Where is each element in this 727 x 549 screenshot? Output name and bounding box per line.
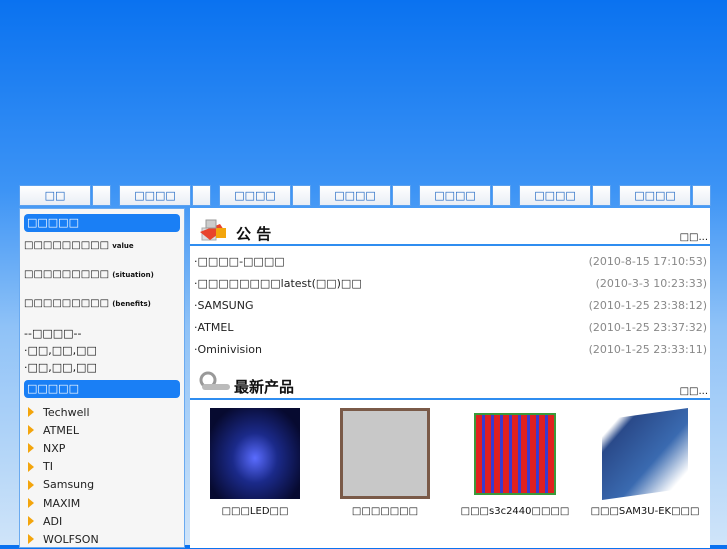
notice-header: 公 告 □□... xyxy=(190,208,710,246)
arrow-icon xyxy=(28,516,34,527)
notice-row[interactable]: ·SAMSUNG (2010-1-25 23:38:12) xyxy=(190,294,710,316)
text-cn: □□□□□□□□□ xyxy=(24,269,110,280)
products-header: 最新产品 □□... xyxy=(190,368,710,400)
notice-text[interactable]: ·SAMSUNG xyxy=(194,299,254,312)
nav-separator xyxy=(392,185,411,206)
brand-label: Samsung xyxy=(43,478,95,492)
main-content: 公 告 □□... ·□□□□-□□□□ (2010-8-15 17:10:53)… xyxy=(190,208,710,548)
product-item[interactable]: □□□s3c2440□□□□ xyxy=(450,408,580,517)
sidebar: □□□□□ □□□□□□□□□ value □□□□□□□□□ (situati… xyxy=(19,208,185,548)
brand-label: WOLFSON xyxy=(43,532,99,546)
product-caption[interactable]: □□□s3c2440□□□□ xyxy=(461,506,570,517)
sidebar-link[interactable]: ·□□,□□,□□ xyxy=(24,344,180,361)
nav-separator xyxy=(492,185,511,206)
sidebar-header: □□□□□ xyxy=(24,380,180,398)
product-item[interactable]: □□□SAM3U-EK□□□ xyxy=(580,407,710,517)
arrow-icon xyxy=(28,425,34,436)
arrow-icon xyxy=(28,407,34,418)
product-image[interactable] xyxy=(602,407,688,501)
brand-link[interactable]: ADI xyxy=(24,512,180,530)
brand-label: TI xyxy=(43,460,53,474)
notice-more-link[interactable]: □□... xyxy=(680,232,708,243)
text-en: (benefits) xyxy=(112,300,151,308)
brand-link[interactable]: Techwell xyxy=(24,403,180,421)
products-title: 最新产品 xyxy=(234,378,295,396)
brand-link[interactable]: NXP xyxy=(24,439,180,457)
text-cn: □□□□□□□□□ xyxy=(24,298,110,309)
sidebar-link[interactable]: ·□□,□□,□□ xyxy=(24,361,180,378)
nav-item[interactable]: □□□□ xyxy=(119,185,191,206)
product-item[interactable]: □□□□□□□ xyxy=(320,408,450,517)
sidebar-text[interactable]: □□□□□□□□□ (benefits) xyxy=(24,298,180,327)
arrow-icon xyxy=(28,534,34,545)
brand-link[interactable]: ATMEL xyxy=(24,421,180,439)
product-item[interactable]: □□□LED□□ xyxy=(190,408,320,517)
notice-text[interactable]: ·ATMEL xyxy=(194,321,233,334)
products-icon xyxy=(199,371,230,390)
product-image[interactable] xyxy=(340,408,430,499)
sidebar-header: □□□□□ xyxy=(24,214,180,232)
nav-item[interactable]: □□□□ xyxy=(519,185,591,206)
nav-separator xyxy=(592,185,611,206)
nav-item[interactable]: □□□□ xyxy=(319,185,391,206)
brand-label: ADI xyxy=(43,514,63,528)
notice-text[interactable]: ·□□□□□□□□latest(□□)□□ xyxy=(194,277,362,290)
notice-date: (2010-8-15 17:10:53) xyxy=(588,254,707,268)
brand-label: ATMEL xyxy=(43,423,79,437)
notice-date: (2010-1-25 23:37:32) xyxy=(588,320,707,334)
products-more-link[interactable]: □□... xyxy=(680,386,708,397)
notice-icon xyxy=(200,219,226,241)
brand-label: Techwell xyxy=(43,405,90,419)
product-image[interactable] xyxy=(210,408,300,499)
notice-list: ·□□□□-□□□□ (2010-8-15 17:10:53) ·□□□□□□□□… xyxy=(190,246,710,360)
brand-link[interactable]: WOLFSON xyxy=(24,530,180,548)
links-title: --□□□□-- xyxy=(24,327,82,340)
notice-row[interactable]: ·Ominivision (2010-1-25 23:33:11) xyxy=(190,338,710,360)
arrow-icon xyxy=(28,443,34,454)
product-caption[interactable]: □□□□□□□ xyxy=(352,506,418,517)
sidebar-text[interactable]: □□□□□□□□□ value xyxy=(24,240,180,269)
notice-title: 公 告 xyxy=(236,225,272,243)
nav-item[interactable]: □□□□ xyxy=(419,185,491,206)
nav-item-home[interactable]: □□ xyxy=(19,185,91,206)
nav-item[interactable]: □□□□ xyxy=(219,185,291,206)
nav-separator xyxy=(92,185,111,206)
nav-separator xyxy=(192,185,211,206)
nav-item[interactable]: □□□□ xyxy=(619,185,691,206)
brand-link[interactable]: TI xyxy=(24,458,180,476)
notice-row[interactable]: ·□□□□□□□□latest(□□)□□ (2010-3-3 10:23:33) xyxy=(190,272,710,294)
top-nav: □□ □□□□ □□□□ □□□□ □□□□ □□□□ □□□□ xyxy=(19,185,719,206)
notice-date: (2010-3-3 10:23:33) xyxy=(595,276,707,290)
arrow-icon xyxy=(28,479,34,490)
brand-label: MAXIM xyxy=(43,496,81,510)
notice-row[interactable]: ·□□□□-□□□□ (2010-8-15 17:10:53) xyxy=(190,250,710,272)
sidebar-text[interactable]: □□□□□□□□□ (situation) xyxy=(24,269,180,298)
notice-date: (2010-1-25 23:33:11) xyxy=(588,342,707,356)
product-caption[interactable]: □□□SAM3U-EK□□□ xyxy=(591,506,700,517)
notice-text[interactable]: ·□□□□-□□□□ xyxy=(194,255,285,268)
brand-link[interactable]: MAXIM xyxy=(24,494,180,512)
notice-date: (2010-1-25 23:38:12) xyxy=(588,298,707,312)
arrow-icon xyxy=(28,461,34,472)
text-cn: □□□□□□□□□ xyxy=(24,240,110,251)
notice-text[interactable]: ·Ominivision xyxy=(194,343,262,356)
nav-separator xyxy=(692,185,711,206)
product-image[interactable] xyxy=(474,413,556,495)
arrow-icon xyxy=(28,498,34,509)
nav-separator xyxy=(292,185,311,206)
text-en: value xyxy=(112,242,134,250)
brand-link[interactable]: Samsung xyxy=(24,476,180,494)
product-caption[interactable]: □□□LED□□ xyxy=(222,506,289,517)
brand-label: NXP xyxy=(43,441,66,455)
notice-row[interactable]: ·ATMEL (2010-1-25 23:37:32) xyxy=(190,316,710,338)
text-en: (situation) xyxy=(112,271,154,279)
product-grid: □□□LED□□ □□□□□□□ □□□s3c2440□□□□ □□□SAM3U… xyxy=(190,400,710,517)
